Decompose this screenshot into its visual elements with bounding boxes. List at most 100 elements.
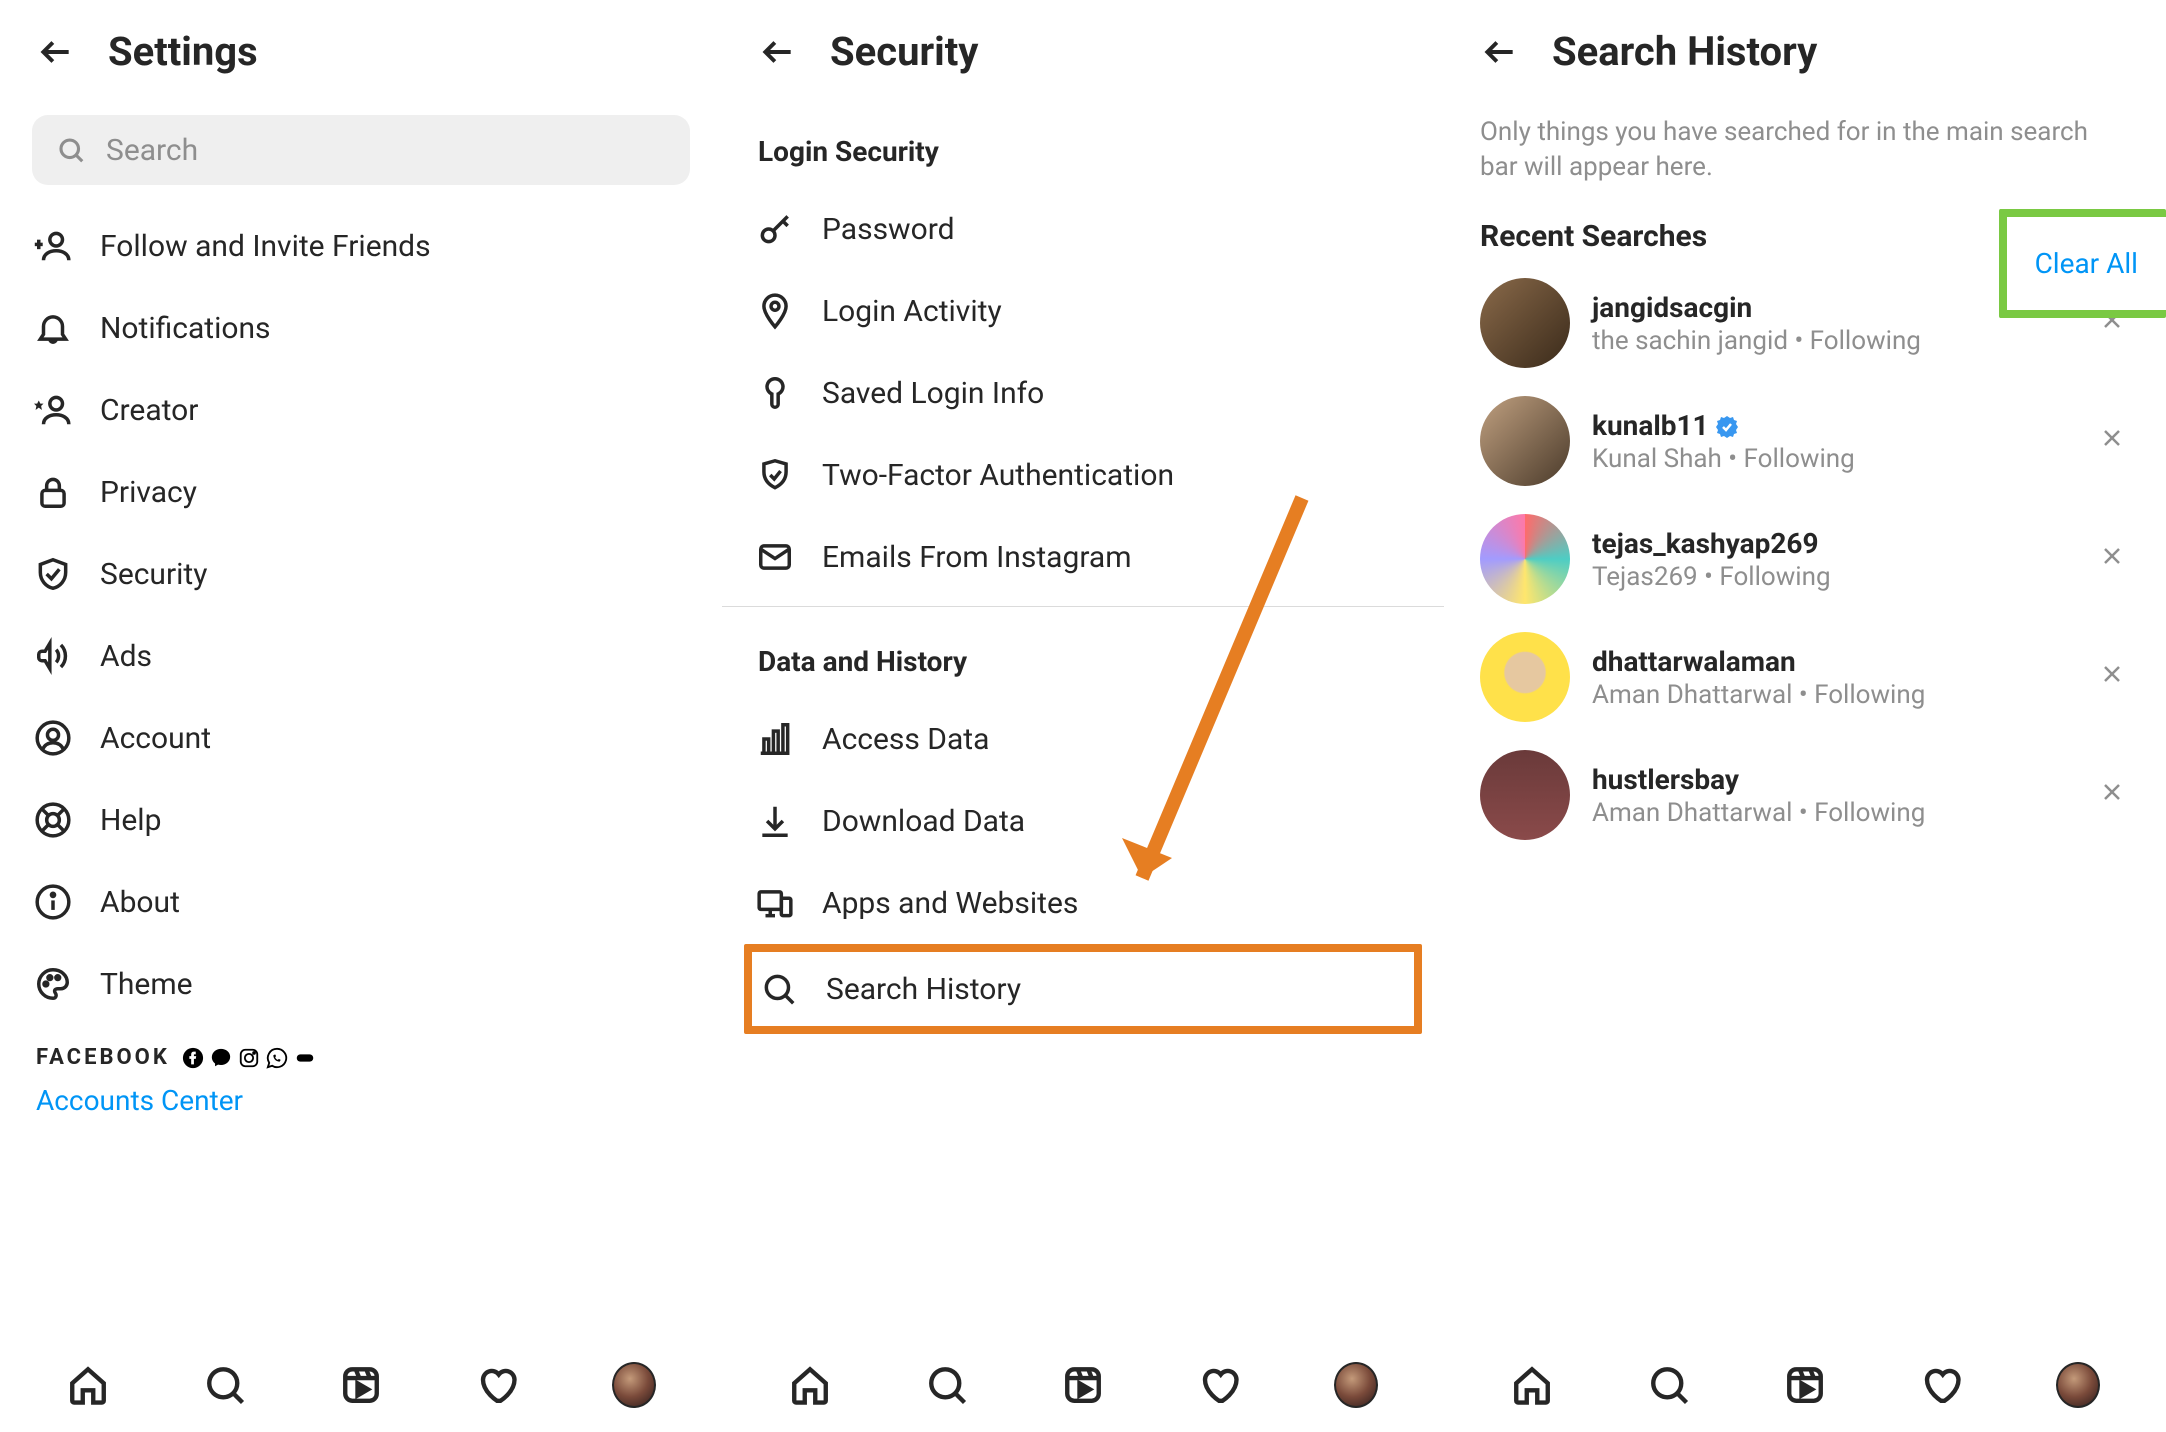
clear-all-button[interactable]: Clear All: [1999, 209, 2166, 318]
recent-text: dhattarwalaman Aman Dhattarwal • Followi…: [1592, 645, 2078, 710]
home-icon[interactable]: [66, 1363, 110, 1407]
search-icon: [758, 968, 800, 1010]
recent-text: kunalb11 Kunal Shah • Following: [1592, 409, 2078, 474]
palette-icon: [32, 963, 74, 1005]
search-icon: [56, 135, 86, 165]
shield-tick-icon: [754, 454, 796, 496]
settings-panel: Settings Search Follow and Invite Friend…: [0, 0, 722, 1432]
user-avatar: [1480, 278, 1570, 368]
recent-searches-list: jangidsacgin the sachin jangid • Followi…: [1444, 278, 2166, 840]
menu-item-apps-websites[interactable]: Apps and Websites: [754, 862, 1412, 944]
settings-title: Settings: [108, 28, 258, 75]
menu-item-security[interactable]: Security: [32, 533, 690, 615]
username-text: tejas_kashyap269: [1592, 527, 1819, 560]
reels-icon[interactable]: [339, 1363, 383, 1407]
menu-item-access-data[interactable]: Access Data: [754, 698, 1412, 780]
home-icon[interactable]: [788, 1363, 832, 1407]
username-text: jangidsacgin: [1592, 291, 1752, 324]
search-nav-icon[interactable]: [925, 1363, 969, 1407]
remove-item-button[interactable]: [2100, 426, 2130, 456]
profile-avatar[interactable]: [612, 1363, 656, 1407]
menu-label: Login Activity: [822, 294, 1002, 329]
heart-icon[interactable]: [475, 1363, 519, 1407]
menu-label: Download Data: [822, 804, 1025, 839]
dot-separator: •: [1788, 326, 1810, 356]
bottom-nav: [722, 1338, 1444, 1432]
menu-item-creator[interactable]: Creator: [32, 369, 690, 451]
display-name-text: Aman Dhattarwal: [1592, 798, 1792, 828]
menu-item-saved-login[interactable]: Saved Login Info: [754, 352, 1412, 434]
user-avatar: [1480, 632, 1570, 722]
login-security-menu: Password Login Activity Saved Login Info…: [722, 188, 1444, 598]
back-arrow-icon[interactable]: [1480, 32, 1520, 72]
menu-item-ads[interactable]: Ads: [32, 615, 690, 697]
search-nav-icon[interactable]: [1647, 1363, 1691, 1407]
search-history-title: Search History: [1552, 28, 1817, 75]
menu-item-notifications[interactable]: Notifications: [32, 287, 690, 369]
recent-text: tejas_kashyap269 Tejas269 • Following: [1592, 527, 2078, 592]
reels-icon[interactable]: [1783, 1363, 1827, 1407]
menu-item-account[interactable]: Account: [32, 697, 690, 779]
key-icon: [754, 208, 796, 250]
recent-text: hustlersbay Aman Dhattarwal • Following: [1592, 763, 2078, 828]
star-person-icon: [32, 389, 74, 431]
menu-item-theme[interactable]: Theme: [32, 943, 690, 1025]
back-arrow-icon[interactable]: [758, 32, 798, 72]
menu-item-download-data[interactable]: Download Data: [754, 780, 1412, 862]
menu-item-help[interactable]: Help: [32, 779, 690, 861]
info-icon: [32, 881, 74, 923]
remove-item-button[interactable]: [2100, 780, 2130, 810]
menu-label: About: [100, 885, 180, 920]
shield-check-icon: [32, 553, 74, 595]
user-avatar: [1480, 750, 1570, 840]
menu-item-password[interactable]: Password: [754, 188, 1412, 270]
recent-search-item[interactable]: dhattarwalaman Aman Dhattarwal • Followi…: [1480, 632, 2130, 722]
menu-label: Privacy: [100, 475, 197, 510]
home-icon[interactable]: [1510, 1363, 1554, 1407]
heart-icon[interactable]: [1197, 1363, 1241, 1407]
profile-avatar[interactable]: [2056, 1363, 2100, 1407]
menu-label: Access Data: [822, 722, 989, 757]
recent-search-item[interactable]: hustlersbay Aman Dhattarwal • Following: [1480, 750, 2130, 840]
user-avatar: [1480, 396, 1570, 486]
account-circle-icon: [32, 717, 74, 759]
following-text: Following: [1814, 798, 1925, 828]
search-input[interactable]: Search: [32, 115, 690, 185]
menu-label: Search History: [826, 972, 1021, 1007]
security-title: Security: [830, 28, 978, 75]
accounts-center-link[interactable]: Accounts Center: [0, 1078, 722, 1135]
search-nav-icon[interactable]: [203, 1363, 247, 1407]
menu-item-emails[interactable]: Emails From Instagram: [754, 516, 1412, 598]
settings-header: Settings: [0, 10, 722, 105]
megaphone-icon: [32, 635, 74, 677]
verified-badge-icon: [1715, 413, 1739, 437]
username-text: dhattarwalaman: [1592, 645, 1796, 678]
login-security-header: Login Security: [722, 105, 1444, 188]
menu-item-follow-invite[interactable]: Follow and Invite Friends: [32, 205, 690, 287]
reels-icon[interactable]: [1061, 1363, 1105, 1407]
menu-label: Emails From Instagram: [822, 540, 1132, 575]
menu-label: Follow and Invite Friends: [100, 229, 431, 264]
menu-label: Password: [822, 212, 955, 247]
dot-separator: •: [1722, 444, 1744, 474]
bell-icon: [32, 307, 74, 349]
remove-item-button[interactable]: [2100, 662, 2130, 692]
recent-search-item[interactable]: kunalb11 Kunal Shah • Following: [1480, 396, 2130, 486]
menu-item-login-activity[interactable]: Login Activity: [754, 270, 1412, 352]
menu-item-2fa[interactable]: Two-Factor Authentication: [754, 434, 1412, 516]
username-text: hustlersbay: [1592, 763, 1739, 796]
dot-separator: •: [1698, 562, 1720, 592]
menu-item-privacy[interactable]: Privacy: [32, 451, 690, 533]
instagram-icon: [238, 1047, 260, 1069]
recent-search-item[interactable]: tejas_kashyap269 Tejas269 • Following: [1480, 514, 2130, 604]
heart-icon[interactable]: [1919, 1363, 1963, 1407]
remove-item-button[interactable]: [2100, 544, 2130, 574]
menu-label: Saved Login Info: [822, 376, 1044, 411]
download-icon: [754, 800, 796, 842]
menu-item-about[interactable]: About: [32, 861, 690, 943]
menu-label: Creator: [100, 393, 198, 428]
profile-avatar[interactable]: [1334, 1363, 1378, 1407]
back-arrow-icon[interactable]: [36, 32, 76, 72]
lock-icon: [32, 471, 74, 513]
menu-item-search-history[interactable]: Search History: [744, 944, 1422, 1034]
